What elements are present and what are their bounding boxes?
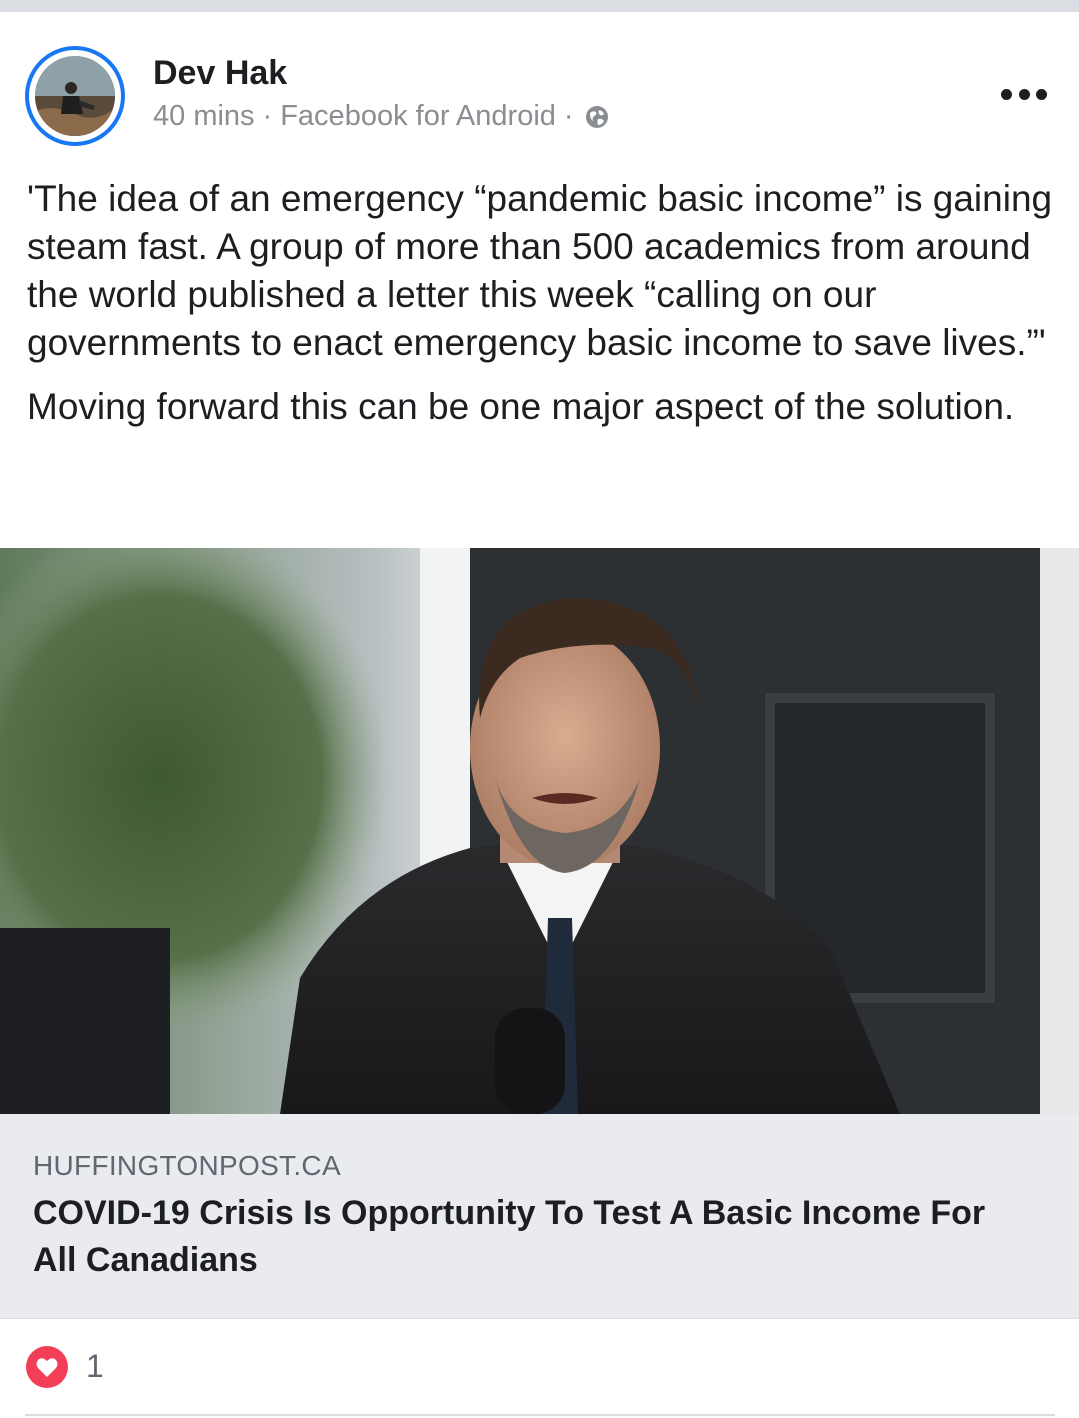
post-paragraph: 'The idea of an emergency “pandemic basi… [27,178,1053,363]
post-body: 'The idea of an emergency “pandemic basi… [27,175,1057,431]
link-domain: HUFFINGTONPOST.CA [33,1150,341,1181]
author-avatar-story-ring[interactable] [25,46,125,146]
link-preview-card[interactable]: HUFFINGTONPOST.CA COVID-19 Crisis Is Opp… [0,548,1079,1319]
post-source: Facebook for Android [280,100,556,132]
link-preview-footer[interactable]: HUFFINGTONPOST.CA COVID-19 Crisis Is Opp… [0,1114,1079,1319]
author-name[interactable]: Dev Hak [153,54,287,93]
heart-reaction-icon[interactable] [26,1346,68,1388]
dot [1036,88,1047,100]
meta-separator: · [262,100,273,132]
reaction-count[interactable]: 1 [86,1348,104,1385]
post-paragraph: Moving forward this can be one major asp… [27,386,1015,427]
link-preview-image[interactable] [0,548,1079,1114]
avatar[interactable] [35,56,115,136]
dot [1001,88,1012,100]
more-options-icon[interactable] [1001,84,1047,104]
divider [25,1414,1055,1416]
feed-separator [0,0,1079,12]
post-header: Dev Hak 40 mins · Facebook for Android · [0,12,1079,152]
post-meta: 40 mins · Facebook for Android · [153,100,610,133]
globe-icon [584,104,610,130]
dot [1018,88,1030,100]
link-title[interactable]: COVID-19 Crisis Is Opportunity To Test A… [33,1190,1033,1284]
meta-separator: · [563,100,574,132]
post-time[interactable]: 40 mins [153,100,255,133]
reactions-bar[interactable]: 1 [0,1318,1079,1418]
